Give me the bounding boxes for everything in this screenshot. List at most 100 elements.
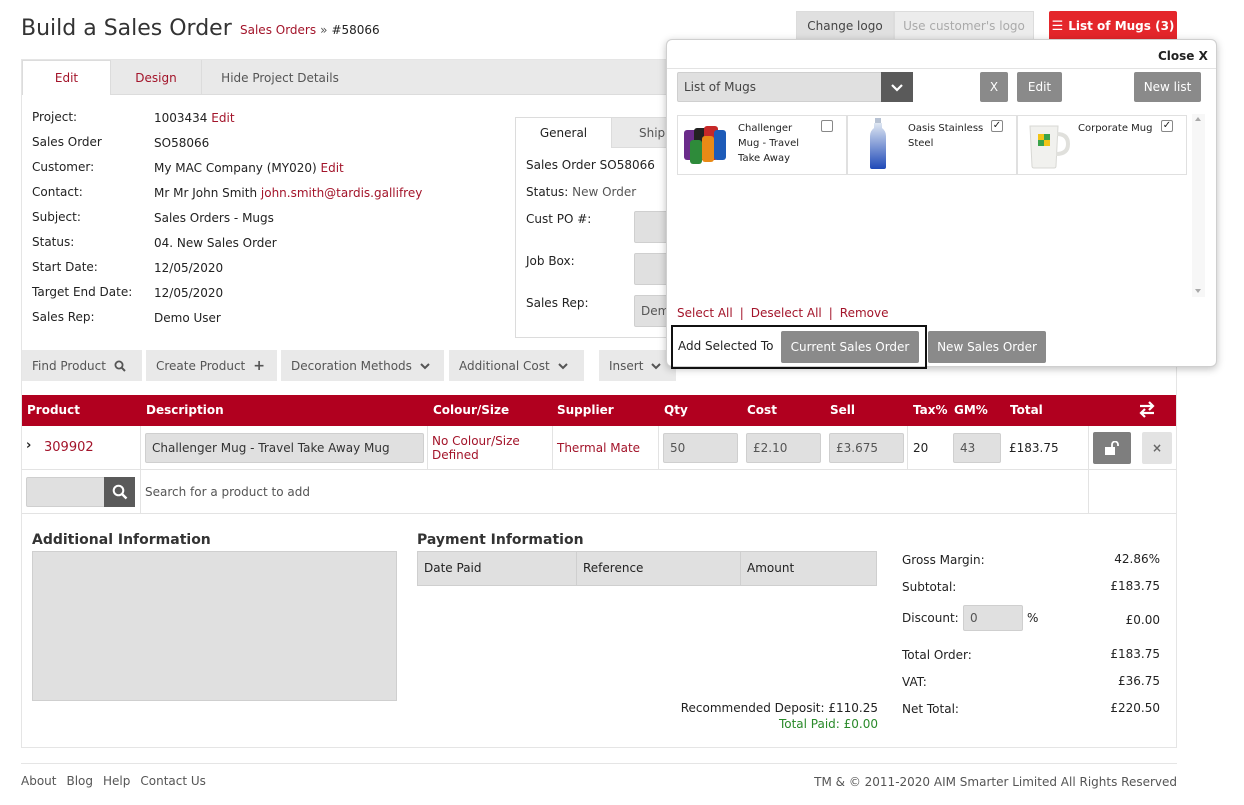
insert-dropdown[interactable]: Insert bbox=[599, 350, 676, 381]
recommended-deposit: Recommended Deposit: £110.25 bbox=[680, 701, 878, 715]
contact-name: Mr Mr John Smith bbox=[154, 186, 258, 200]
chevron-down-icon bbox=[891, 83, 903, 92]
add-selected-to-label: Add Selected To bbox=[678, 339, 774, 353]
row-colour-size-link[interactable]: No Colour/Size Defined bbox=[432, 434, 547, 462]
row-description-input[interactable]: Challenger Mug - Travel Take Away Mug bbox=[145, 433, 424, 463]
additional-info-textarea[interactable] bbox=[32, 551, 397, 701]
column-divider bbox=[552, 426, 553, 470]
scroll-down-arrow[interactable] bbox=[1195, 289, 1201, 293]
row-cost-input[interactable]: £2.10 bbox=[746, 433, 821, 463]
create-product-button[interactable]: Create Product + bbox=[146, 350, 277, 381]
chevron-down-icon bbox=[558, 362, 568, 369]
swap-icon[interactable] bbox=[1138, 400, 1156, 418]
col-gm: GM% bbox=[954, 403, 988, 417]
product-list-scrollbar[interactable] bbox=[1192, 114, 1205, 297]
discount-value: £0.00 bbox=[1125, 613, 1160, 627]
decoration-methods-dropdown[interactable]: Decoration Methods bbox=[281, 350, 444, 381]
link-separator: | bbox=[828, 306, 833, 320]
general-status-value: New Order bbox=[572, 185, 637, 199]
new-list-button[interactable]: New list bbox=[1134, 72, 1201, 102]
start-date-label: Start Date: bbox=[32, 260, 98, 274]
tab-design[interactable]: Design bbox=[111, 60, 202, 95]
cust-po-input[interactable] bbox=[634, 211, 668, 243]
footer-help-link[interactable]: Help bbox=[103, 774, 130, 788]
row-product-code[interactable]: 309902 bbox=[44, 440, 94, 455]
col-product: Product bbox=[27, 403, 80, 417]
insert-label: Insert bbox=[609, 358, 644, 373]
customer-value: My MAC Company (MY020) Edit bbox=[154, 161, 344, 175]
footer-about-link[interactable]: About bbox=[21, 774, 56, 788]
project-edit-link[interactable]: Edit bbox=[211, 111, 234, 125]
product-code-search-input[interactable] bbox=[26, 477, 106, 507]
customer-name: My MAC Company (MY020) bbox=[154, 161, 317, 175]
use-customer-logo-button[interactable]: Use customer's logo bbox=[894, 11, 1034, 41]
link-separator: | bbox=[739, 306, 744, 320]
row-qty-input[interactable]: 50 bbox=[663, 433, 738, 463]
general-sales-rep-label: Sales Rep: bbox=[526, 296, 589, 310]
list-item-name: Corporate Mug bbox=[1078, 123, 1153, 134]
customer-edit-link[interactable]: Edit bbox=[321, 161, 344, 175]
footer-links: About Blog Help Contact Us bbox=[21, 774, 206, 788]
plus-icon: + bbox=[253, 357, 265, 374]
discount-label: Discount: bbox=[902, 611, 959, 625]
customer-label: Customer: bbox=[32, 160, 95, 174]
row-gm-input[interactable]: 43 bbox=[953, 433, 1001, 463]
unlock-button[interactable] bbox=[1093, 432, 1131, 464]
list-item-checkbox[interactable] bbox=[821, 120, 833, 132]
tab-shipping[interactable]: Ship bbox=[612, 118, 674, 148]
deselect-all-link[interactable]: Deselect All bbox=[751, 306, 822, 320]
general-status-label: Status: bbox=[526, 185, 569, 199]
col-date-paid: Date Paid bbox=[424, 561, 482, 575]
scroll-up-arrow[interactable] bbox=[1195, 117, 1201, 121]
col-colour-size: Colour/Size bbox=[433, 403, 510, 417]
payment-table-header bbox=[417, 551, 877, 586]
product-search-button[interactable] bbox=[104, 477, 135, 507]
column-divider bbox=[427, 426, 428, 470]
general-sales-order: Sales Order SO58066 bbox=[526, 158, 655, 172]
additional-cost-dropdown[interactable]: Additional Cost bbox=[449, 350, 584, 381]
footer-blog-link[interactable]: Blog bbox=[66, 774, 93, 788]
job-box-label: Job Box: bbox=[526, 254, 575, 268]
row-sell-input[interactable]: £3.675 bbox=[829, 433, 904, 463]
change-logo-button[interactable]: Change logo bbox=[796, 11, 894, 41]
sales-rep-value: Demo User bbox=[154, 311, 221, 325]
total-order-value: £183.75 bbox=[1110, 647, 1160, 661]
job-box-input[interactable] bbox=[634, 253, 668, 285]
decoration-methods-label: Decoration Methods bbox=[291, 358, 412, 373]
footer-contact-link[interactable]: Contact Us bbox=[140, 774, 206, 788]
delete-list-button[interactable]: X bbox=[980, 72, 1008, 102]
product-search-input[interactable]: Search for a product to add bbox=[145, 485, 310, 499]
list-select[interactable]: List of Mugs bbox=[677, 72, 883, 102]
list-select-toggle[interactable] bbox=[881, 72, 913, 102]
breadcrumb-separator: » bbox=[320, 23, 328, 37]
tab-general[interactable]: General bbox=[516, 118, 612, 148]
expand-chevron-icon[interactable]: › bbox=[26, 438, 31, 453]
net-total-label: Net Total: bbox=[902, 702, 959, 716]
edit-list-button[interactable]: Edit bbox=[1017, 72, 1062, 102]
tab-hide-project-details[interactable]: Hide Project Details bbox=[202, 60, 358, 95]
discount-input[interactable]: 0 bbox=[963, 605, 1023, 631]
page-title: Build a Sales Order bbox=[21, 16, 232, 41]
list-of-mugs-button[interactable]: ☰ List of Mugs (3) bbox=[1049, 11, 1177, 41]
list-item-checkbox[interactable]: ✓ bbox=[991, 120, 1003, 132]
breadcrumb-sales-orders-link[interactable]: Sales Orders bbox=[240, 23, 316, 37]
list-item-checkbox[interactable]: ✓ bbox=[1161, 120, 1173, 132]
remove-link[interactable]: Remove bbox=[840, 306, 889, 320]
delete-row-button[interactable]: × bbox=[1142, 432, 1172, 464]
general-sales-rep-select[interactable]: Dem bbox=[634, 295, 668, 327]
challenger-mug-image bbox=[684, 126, 726, 164]
status-label: Status: bbox=[32, 235, 75, 249]
select-all-link[interactable]: Select All bbox=[677, 306, 733, 320]
additional-cost-label: Additional Cost bbox=[459, 358, 550, 373]
contact-email-link[interactable]: john.smith@tardis.gallifrey bbox=[261, 186, 422, 200]
discount-percent-sign: % bbox=[1027, 611, 1039, 625]
row-supplier-link[interactable]: Thermal Mate bbox=[557, 441, 640, 455]
find-product-button[interactable]: Find Product bbox=[22, 350, 142, 381]
selection-links: Select All | Deselect All | Remove bbox=[677, 306, 888, 320]
target-end-date-value: 12/05/2020 bbox=[154, 286, 224, 300]
add-to-current-sales-order-button[interactable]: Current Sales Order bbox=[781, 331, 919, 363]
cust-po-label: Cust PO #: bbox=[526, 212, 592, 226]
modal-close-link[interactable]: Close X bbox=[1158, 49, 1208, 63]
add-to-new-sales-order-button[interactable]: New Sales Order bbox=[928, 331, 1046, 363]
tab-edit[interactable]: Edit bbox=[22, 60, 111, 95]
